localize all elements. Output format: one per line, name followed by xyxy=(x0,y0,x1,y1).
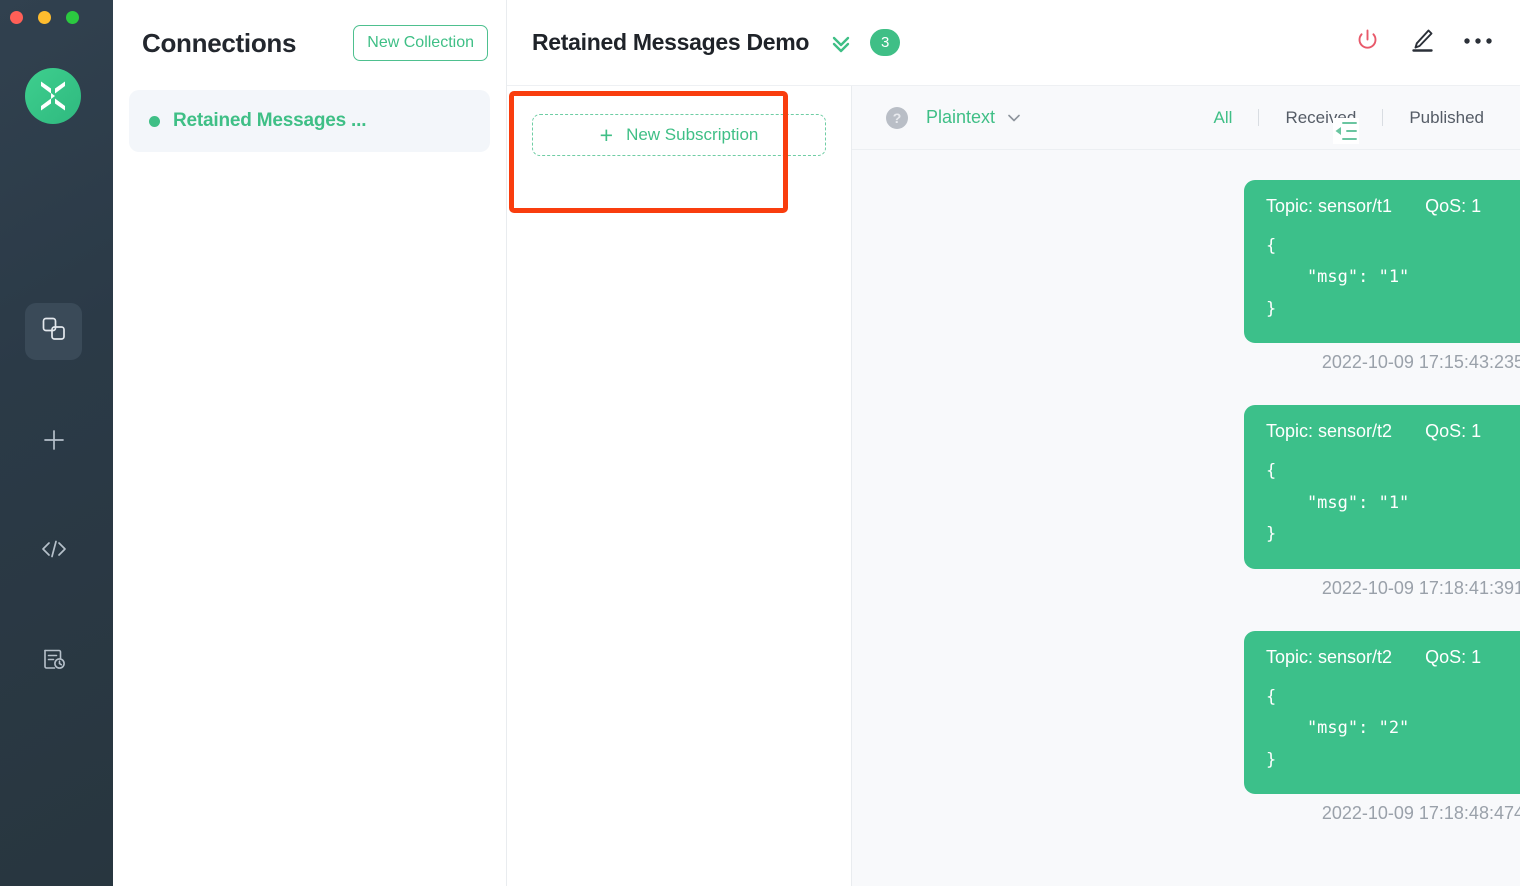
pencil-icon xyxy=(1408,26,1436,59)
message-bubble[interactable]: Topic: sensor/t2 QoS: 1 { "msg": "1" } xyxy=(1244,405,1520,569)
disconnect-button[interactable] xyxy=(1354,27,1381,59)
message-topic: Topic: sensor/t2 xyxy=(1266,421,1393,442)
sidebar-item-log[interactable] xyxy=(25,633,82,690)
message-qos: QoS: 1 xyxy=(1425,421,1482,442)
connections-header: Connections New Collection xyxy=(113,0,506,86)
code-icon xyxy=(40,536,68,567)
subscriptions-panel: + New Subscription xyxy=(507,86,852,886)
message-item: Topic: sensor/t2 QoS: 1 { "msg": "1" } 2… xyxy=(852,405,1520,598)
plus-icon: + xyxy=(599,121,614,148)
app-window: Connections New Collection Retained Mess… xyxy=(0,0,1520,886)
power-icon xyxy=(1354,27,1381,59)
messages-list[interactable]: Topic: sensor/t1 QoS: 1 { "msg": "1" } 2… xyxy=(852,150,1520,886)
connections-icon xyxy=(41,316,67,347)
mqttx-logo xyxy=(25,68,81,124)
main-panel: Retained Messages Demo 3 + New Subscript… xyxy=(507,0,1520,886)
plus-icon xyxy=(41,427,67,458)
message-meta: Topic: sensor/t1 QoS: 1 xyxy=(1266,196,1508,217)
message-topic: Topic: sensor/t1 xyxy=(1266,196,1393,216)
close-window-button[interactable] xyxy=(10,11,23,24)
message-timestamp: 2022-10-09 17:18:48:474 xyxy=(1321,802,1520,823)
new-collection-button[interactable]: New Collection xyxy=(353,25,488,61)
chevron-down-icon[interactable] xyxy=(1005,109,1023,127)
message-count-badge: 3 xyxy=(870,29,901,56)
minimize-window-button[interactable] xyxy=(38,11,51,24)
icon-rail xyxy=(0,0,113,886)
messages-toolbar: ? Plaintext All Received Published xyxy=(852,86,1520,150)
new-subscription-button[interactable]: + New Subscription xyxy=(532,114,826,156)
tab-received[interactable]: Received xyxy=(1259,108,1382,128)
message-payload: { "msg": "1" } xyxy=(1266,461,1410,545)
tab-published[interactable]: Published xyxy=(1383,108,1510,128)
messages-panel: ? Plaintext All Received Published Topic… xyxy=(852,86,1520,886)
connection-title: Retained Messages Demo xyxy=(532,29,810,55)
ellipsis-icon xyxy=(1463,34,1493,52)
page-title: Connections xyxy=(142,27,297,58)
connection-header: Retained Messages Demo 3 xyxy=(507,0,1520,86)
message-payload: { "msg": "2" } xyxy=(1266,686,1410,770)
message-meta: Topic: sensor/t2 QoS: 1 xyxy=(1266,647,1508,668)
message-item: Topic: sensor/t1 QoS: 1 { "msg": "1" } 2… xyxy=(852,180,1520,373)
new-subscription-label: New Subscription xyxy=(626,125,759,144)
window-traffic-lights xyxy=(10,11,79,24)
sidebar-item-connections[interactable] xyxy=(25,303,82,360)
message-qos: QoS: 1 xyxy=(1425,196,1482,216)
connections-list: Retained Messages ... xyxy=(113,86,506,152)
message-timestamp: 2022-10-09 17:18:41:391 xyxy=(1321,577,1520,598)
tab-all[interactable]: All xyxy=(1188,108,1259,128)
connection-name: Retained Messages ... xyxy=(173,110,367,131)
message-topic: Topic: sensor/t2 xyxy=(1266,646,1393,667)
collapse-left-icon[interactable] xyxy=(1333,118,1359,144)
message-payload: { "msg": "1" } xyxy=(1266,236,1410,319)
message-meta: Topic: sensor/t2 QoS: 1 xyxy=(1266,421,1508,442)
message-bubble[interactable]: Topic: sensor/t2 QoS: 1 { "msg": "2" } xyxy=(1244,630,1520,794)
edit-button[interactable] xyxy=(1408,26,1436,59)
question-mark-icon[interactable]: ? xyxy=(886,106,908,129)
connection-status-dot xyxy=(149,115,160,127)
list-item[interactable]: Retained Messages ... xyxy=(129,90,490,152)
payload-format-select[interactable]: Plaintext xyxy=(926,107,995,128)
message-timestamp: 2022-10-09 17:15:43:235 xyxy=(1321,352,1520,373)
sidebar-item-new-connection[interactable] xyxy=(25,414,82,471)
chevron-double-down-icon[interactable] xyxy=(828,30,854,56)
message-bubble[interactable]: Topic: sensor/t1 QoS: 1 { "msg": "1" } xyxy=(1244,180,1520,344)
sidebar-item-script[interactable] xyxy=(25,523,82,580)
connections-panel: Connections New Collection Retained Mess… xyxy=(113,0,507,886)
more-button[interactable] xyxy=(1463,34,1493,52)
message-qos: QoS: 1 xyxy=(1425,646,1482,667)
content-row: + New Subscription ? Plaintext All Recei… xyxy=(507,86,1520,886)
maximize-window-button[interactable] xyxy=(66,11,79,24)
message-item: Topic: sensor/t2 QoS: 1 { "msg": "2" } 2… xyxy=(852,630,1520,824)
log-clock-icon xyxy=(41,646,67,677)
